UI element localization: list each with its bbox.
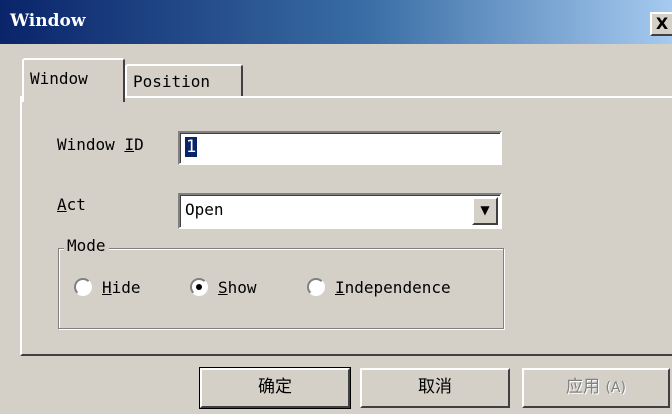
title-bar[interactable]: Window X [0,0,672,44]
tab-window[interactable]: Window [22,58,125,102]
tab-position[interactable]: Position [125,64,243,98]
ok-button[interactable]: 确定 [199,367,351,409]
tab-panel [20,96,672,356]
tab-window-label: Window [30,69,88,88]
apply-button[interactable]: 应用 (A) [522,368,670,408]
apply-button-shortcut: (A) [605,380,626,396]
window-title: Window [10,11,86,31]
cancel-button[interactable]: 取消 [360,368,510,408]
close-icon: X [655,14,669,33]
apply-button-label: 应用 [566,377,601,397]
tab-position-label: Position [133,72,211,91]
close-button[interactable]: X [650,12,672,36]
